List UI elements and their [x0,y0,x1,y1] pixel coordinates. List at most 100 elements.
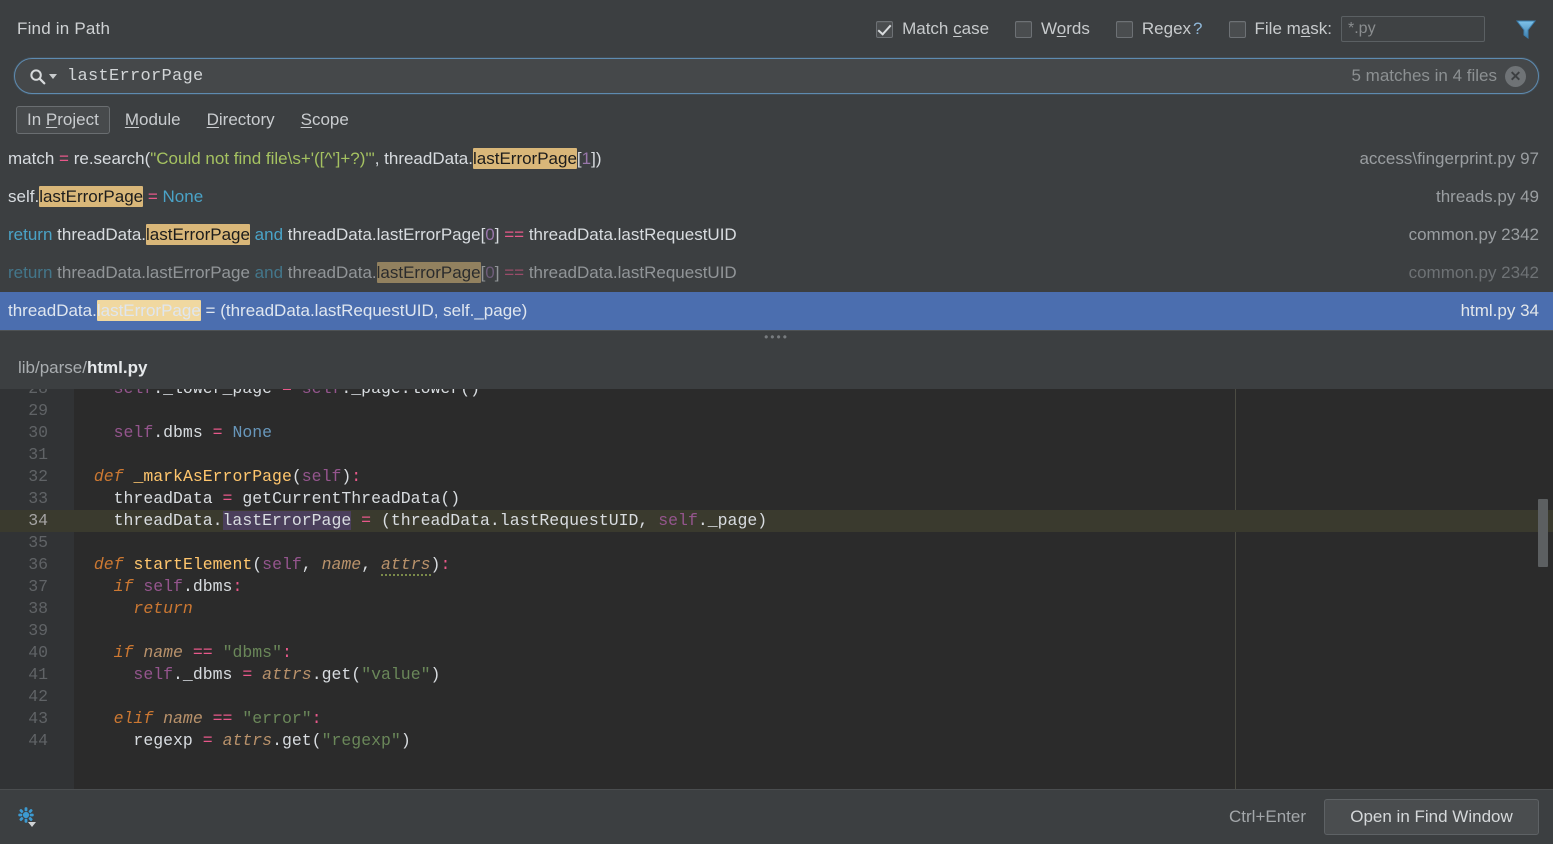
scope-tabs: In Project Module Directory Scope [0,100,1553,140]
regex-help-icon[interactable]: ? [1193,19,1202,39]
line-number: 34 [28,511,48,530]
line-text: if name == "dbms": [113,643,292,662]
table-row[interactable]: return threadData.lastErrorPage and thre… [0,216,1553,254]
line-text [56,620,74,642]
funnel-icon[interactable] [1513,16,1539,42]
scope-tab-in-project[interactable]: In Project [16,106,110,134]
find-in-path-dialog: Find in Path Match case Words Regex ? Fi… [0,0,1553,844]
search-input[interactable]: lastErrorPage 5 matches in 4 files ✕ [14,58,1539,94]
splitter-grip-icon: •••• [764,330,789,344]
line-number: 40 [28,643,48,662]
line-text: self._lower_page = self._page.lower() [56,389,480,400]
code-line: 41 self._dbms = attrs.get("value") [0,664,1553,686]
line-number: 44 [28,731,48,750]
file-mask-checkbox[interactable] [1228,20,1246,38]
line-number: 43 [28,709,48,728]
line-text: def startElement(self, name, attrs): [93,555,451,576]
scope-tab-module[interactable]: Module [114,106,192,134]
gear-icon[interactable] [14,804,40,830]
code-line: 28 self._lower_page = self._page.lower() [0,389,1553,400]
line-text: threadData = getCurrentThreadData() [113,489,461,508]
code-line: 37 if self.dbms: [0,576,1553,598]
line-text: self._dbms = attrs.get("value") [133,665,441,684]
result-code: match = re.search("Could not find file\s… [8,148,602,169]
option-match-case[interactable]: Match case [876,19,989,39]
result-file-location: html.py 34 [1460,301,1539,320]
code-line: 44 regexp = attrs.get("regexp") [0,730,1553,752]
breadcrumb-path: lib/parse/ [18,358,87,377]
results-list[interactable]: match = re.search("Could not find file\s… [0,140,1553,330]
line-text: if self.dbms: [113,577,243,596]
table-row[interactable]: threadData.lastErrorPage = (threadData.l… [0,292,1553,330]
code-line: 32 def _markAsErrorPage(self): [0,466,1553,488]
result-file-location: common.py 2342 [1408,225,1539,244]
line-text: threadData.lastErrorPage = (threadData.l… [113,511,768,530]
table-row[interactable]: self.lastErrorPage = None threads.py 49 [0,178,1553,216]
chevron-down-icon[interactable] [49,73,57,79]
breadcrumb: lib/parse/html.py [0,347,1553,389]
shortcut-hint: Ctrl+Enter [1229,807,1306,826]
result-code: return threadData.lastErrorPage and thre… [8,224,737,245]
file-mask-label: File mask: [1254,19,1332,38]
line-text: return [133,599,193,618]
code-line: 39 [0,620,1553,642]
table-row[interactable]: match = re.search("Could not find file\s… [0,140,1553,178]
table-row[interactable]: return threadData.lastErrorPage and thre… [0,254,1553,292]
match-count: 5 matches in 4 files [1351,66,1497,85]
line-text [56,444,74,466]
result-file-location: threads.py 49 [1435,187,1539,206]
code-line: 36 def startElement(self, name, attrs): [0,554,1553,576]
dialog-header: Find in Path Match case Words Regex ? Fi… [0,0,1553,58]
code-line: 40 if name == "dbms": [0,642,1553,664]
search-icon [29,68,46,85]
line-number: 37 [28,577,48,596]
search-options: Match case Words Regex ? File mask: *.py [850,0,1539,58]
code-line: 34 threadData.lastErrorPage = (threadDat… [0,510,1553,532]
line-number: 38 [28,599,48,618]
line-number: 31 [28,445,48,464]
code-line: 31 [0,444,1553,466]
code-line: 33 threadData = getCurrentThreadData() [0,488,1553,510]
line-number: 32 [28,467,48,486]
result-file-location: common.py 2342 [1408,263,1539,282]
code-preview[interactable]: 28 self._lower_page = self._page.lower()… [0,389,1553,789]
clear-icon[interactable]: ✕ [1505,65,1526,87]
match-case-checkbox[interactable] [876,20,894,38]
open-in-find-window-button[interactable]: Open in Find Window [1324,799,1539,835]
result-code: threadData.lastErrorPage = (threadData.l… [8,300,528,321]
line-text: self.dbms = None [113,423,273,442]
splitter[interactable]: •••• [0,330,1553,347]
dialog-footer: Ctrl+Enter Open in Find Window [0,789,1553,844]
regex-checkbox[interactable] [1115,20,1133,38]
code-line: 42 [0,686,1553,708]
line-text [56,532,74,554]
file-mask-input[interactable]: *.py [1341,16,1485,42]
code-line: 30 self.dbms = None [0,422,1553,444]
scope-tab-directory[interactable]: Directory [196,106,286,134]
line-number: 35 [28,533,48,552]
breadcrumb-filename: html.py [86,358,148,377]
editor-scrollbar[interactable] [1538,499,1548,567]
words-checkbox[interactable] [1015,20,1033,38]
page-title: Find in Path [17,19,111,38]
result-file-location: access\fingerprint.py 97 [1359,149,1539,168]
code-line: 35 [0,532,1553,554]
regex-label: Regex [1141,19,1192,38]
line-number: 39 [28,621,48,640]
line-number: 42 [28,687,48,706]
code-line: 43 elif name == "error": [0,708,1553,730]
result-code: return threadData.lastErrorPage and thre… [8,262,737,283]
search-term: lastErrorPage [67,66,204,86]
line-number: 28 [0,389,56,400]
result-code: self.lastErrorPage = None [8,186,204,207]
option-words[interactable]: Words [1015,19,1090,39]
line-text: def _markAsErrorPage(self): [93,467,362,486]
code-lines: 28 self._lower_page = self._page.lower()… [0,389,1553,752]
match-case-label: Match case [902,19,990,38]
line-number: 36 [28,555,48,574]
line-number: 41 [28,665,48,684]
option-file-mask[interactable]: File mask: *.py [1228,16,1485,42]
line-number: 33 [28,489,48,508]
option-regex[interactable]: Regex ? [1115,19,1203,39]
scope-tab-scope[interactable]: Scope [290,106,360,134]
